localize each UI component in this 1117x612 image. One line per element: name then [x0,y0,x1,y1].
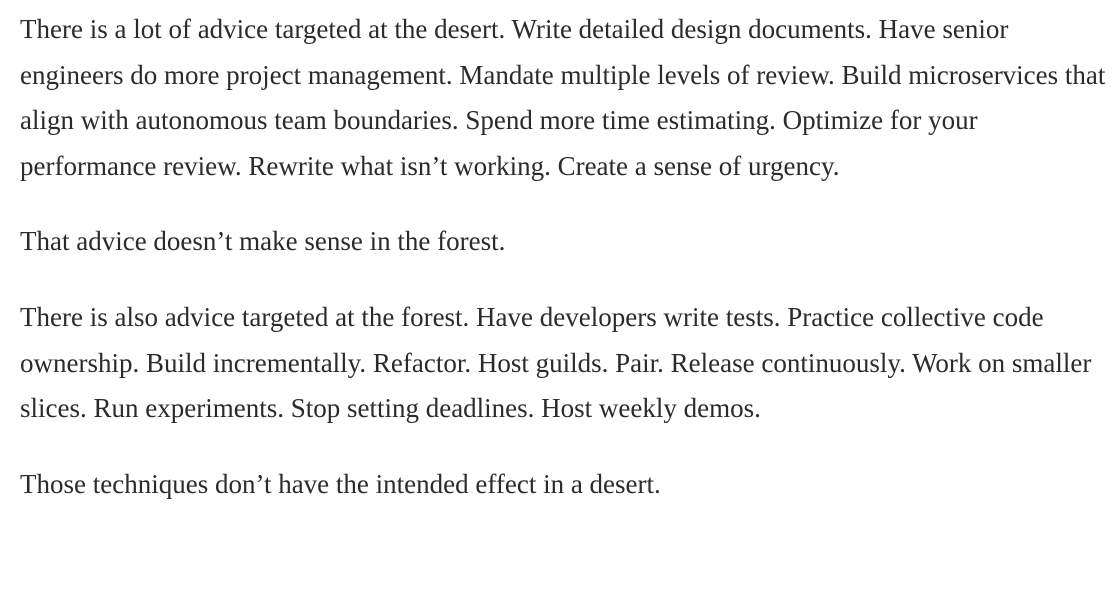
article-body: There is a lot of advice targeted at the… [20,7,1110,537]
paragraph-desert-advice: There is a lot of advice targeted at the… [20,14,1106,181]
paragraph-desert-effect: Those techniques don’t have the intended… [20,468,661,499]
paragraph-forest-sense: That advice doesn’t make sense in the fo… [20,226,506,257]
paragraph-forest-advice: There is also advice targeted at the for… [20,301,1092,424]
